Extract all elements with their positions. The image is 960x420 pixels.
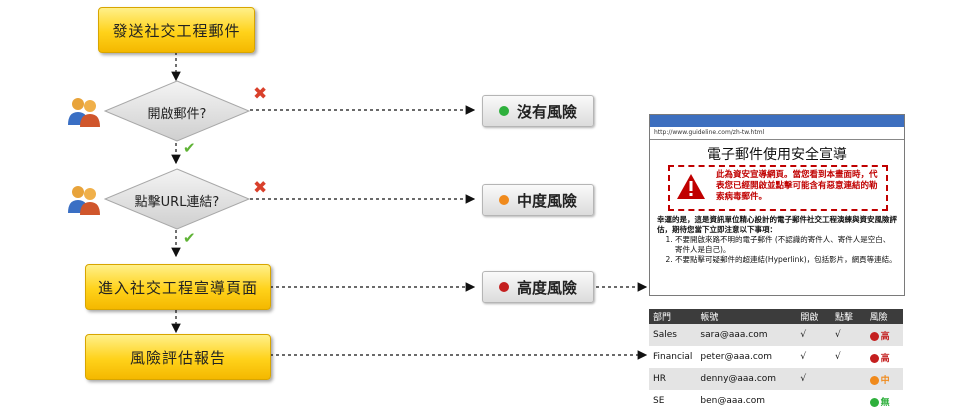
- intro-text: 幸運的是，這是資訊單位精心設計的電子郵件社交工程演練與資安風險評估，期待您當下立…: [657, 215, 897, 234]
- risk-dot-icon: [869, 353, 879, 363]
- risk-value: 高: [880, 331, 890, 342]
- tip-item: 不要點擊可疑郵件的超連結(Hyperlink)，包括影片，網頁等連結。: [675, 255, 897, 265]
- header-risk: 風險: [865, 309, 903, 324]
- tips-list: 不要開啟來路不明的電子郵件 (不認識的寄件人、寄件人是空白、寄件人是自己)。 不…: [657, 235, 897, 265]
- enter-page-label: 進入社交工程宣導頁面: [97, 278, 258, 297]
- table-header: 部門 帳號 開啟 點擊 風險: [649, 309, 903, 324]
- red-dot-icon: [498, 282, 509, 292]
- header-click: 點擊: [831, 309, 866, 324]
- no-x-icon: ✖: [253, 178, 268, 198]
- orange-dot-icon: [498, 195, 509, 205]
- risk-value: 中: [880, 375, 890, 386]
- risk-none-label: 沒有風險: [516, 102, 577, 121]
- cell-open: √: [796, 346, 832, 368]
- cell-open: √: [796, 324, 832, 346]
- cell-click: √: [831, 324, 866, 346]
- browser-title-bar: [650, 115, 904, 127]
- header-account: 帳號: [696, 309, 797, 324]
- cell-account: sara@aaa.com: [696, 324, 797, 346]
- yes-check-icon: ✔: [183, 229, 196, 247]
- cell-click: [831, 368, 866, 390]
- risk-value: 無: [880, 397, 890, 408]
- webpage-body: 幸運的是，這是資訊單位精心設計的電子郵件社交工程演練與資安風險評估，期待您當下立…: [657, 215, 897, 265]
- cell-open: √: [796, 368, 832, 390]
- warning-text: 此為資安宣導網頁。當您看到本畫面時，代表您已經開啟並點擊可能含有惡意連結的勒索病…: [716, 170, 878, 202]
- risk-high-box: 高度風險: [482, 271, 594, 303]
- risk-high-label: 高度風險: [516, 278, 577, 297]
- header-open: 開啟: [796, 309, 832, 324]
- click-url-question: 點擊URL連結?: [134, 195, 220, 210]
- report-box: 風險評估報告: [85, 334, 271, 380]
- cell-click: √: [831, 346, 866, 368]
- green-dot-icon: [498, 106, 509, 116]
- risk-dot-icon: [869, 375, 879, 385]
- warning-box: 此為資安宣導網頁。當您看到本畫面時，代表您已經開啟並點擊可能含有惡意連結的勒索病…: [668, 165, 888, 211]
- send-email-box: 發送社交工程郵件: [98, 7, 255, 53]
- cell-risk: 高: [865, 346, 903, 368]
- cell-dept: HR: [649, 368, 697, 390]
- cell-risk: 高: [865, 324, 903, 346]
- warning-icon: [677, 174, 705, 199]
- table-row: Financial peter@aaa.com √ √ 高: [649, 346, 903, 368]
- users-icon: [68, 98, 100, 127]
- cell-risk: 中: [865, 368, 903, 390]
- table-row: Sales sara@aaa.com √ √ 高: [649, 324, 903, 346]
- yes-check-icon: ✔: [183, 139, 196, 157]
- header-dept: 部門: [649, 309, 697, 324]
- cell-account: peter@aaa.com: [696, 346, 797, 368]
- cell-dept: SE: [649, 390, 697, 412]
- report-table: 部門 帳號 開啟 點擊 風險 Sales sara@aaa.com √ √ 高 …: [649, 309, 903, 412]
- cell-dept: Sales: [649, 324, 697, 346]
- risk-dot-icon: [869, 331, 879, 341]
- no-x-icon: ✖: [253, 84, 268, 104]
- open-email-question: 開啟郵件?: [147, 107, 207, 122]
- cell-open: [796, 390, 832, 412]
- risk-dot-icon: [869, 397, 879, 407]
- table-row: SE ben@aaa.com 無: [649, 390, 903, 412]
- webpage-title: 電子郵件使用安全宣導: [707, 147, 847, 163]
- cell-click: [831, 390, 866, 412]
- table-row: HR denny@aaa.com √ 中: [649, 368, 903, 390]
- awareness-webpage: http://www.guideline.com/zh-tw.html 電子郵件…: [649, 114, 905, 296]
- enter-page-box: 進入社交工程宣導頁面: [85, 264, 271, 310]
- risk-value: 高: [880, 353, 890, 364]
- risk-none-box: 沒有風險: [482, 95, 594, 127]
- send-email-label: 發送社交工程郵件: [112, 21, 241, 40]
- users-icon: [68, 186, 100, 215]
- risk-medium-box: 中度風險: [482, 184, 594, 216]
- cell-account: denny@aaa.com: [696, 368, 797, 390]
- address-bar: http://www.guideline.com/zh-tw.html: [650, 127, 904, 140]
- cell-risk: 無: [865, 390, 903, 412]
- report-label: 風險評估報告: [129, 348, 226, 367]
- risk-medium-label: 中度風險: [516, 191, 577, 210]
- cell-account: ben@aaa.com: [696, 390, 797, 412]
- tip-item: 不要開啟來路不明的電子郵件 (不認識的寄件人、寄件人是空白、寄件人是自己)。: [675, 235, 897, 255]
- cell-dept: Financial: [649, 346, 697, 368]
